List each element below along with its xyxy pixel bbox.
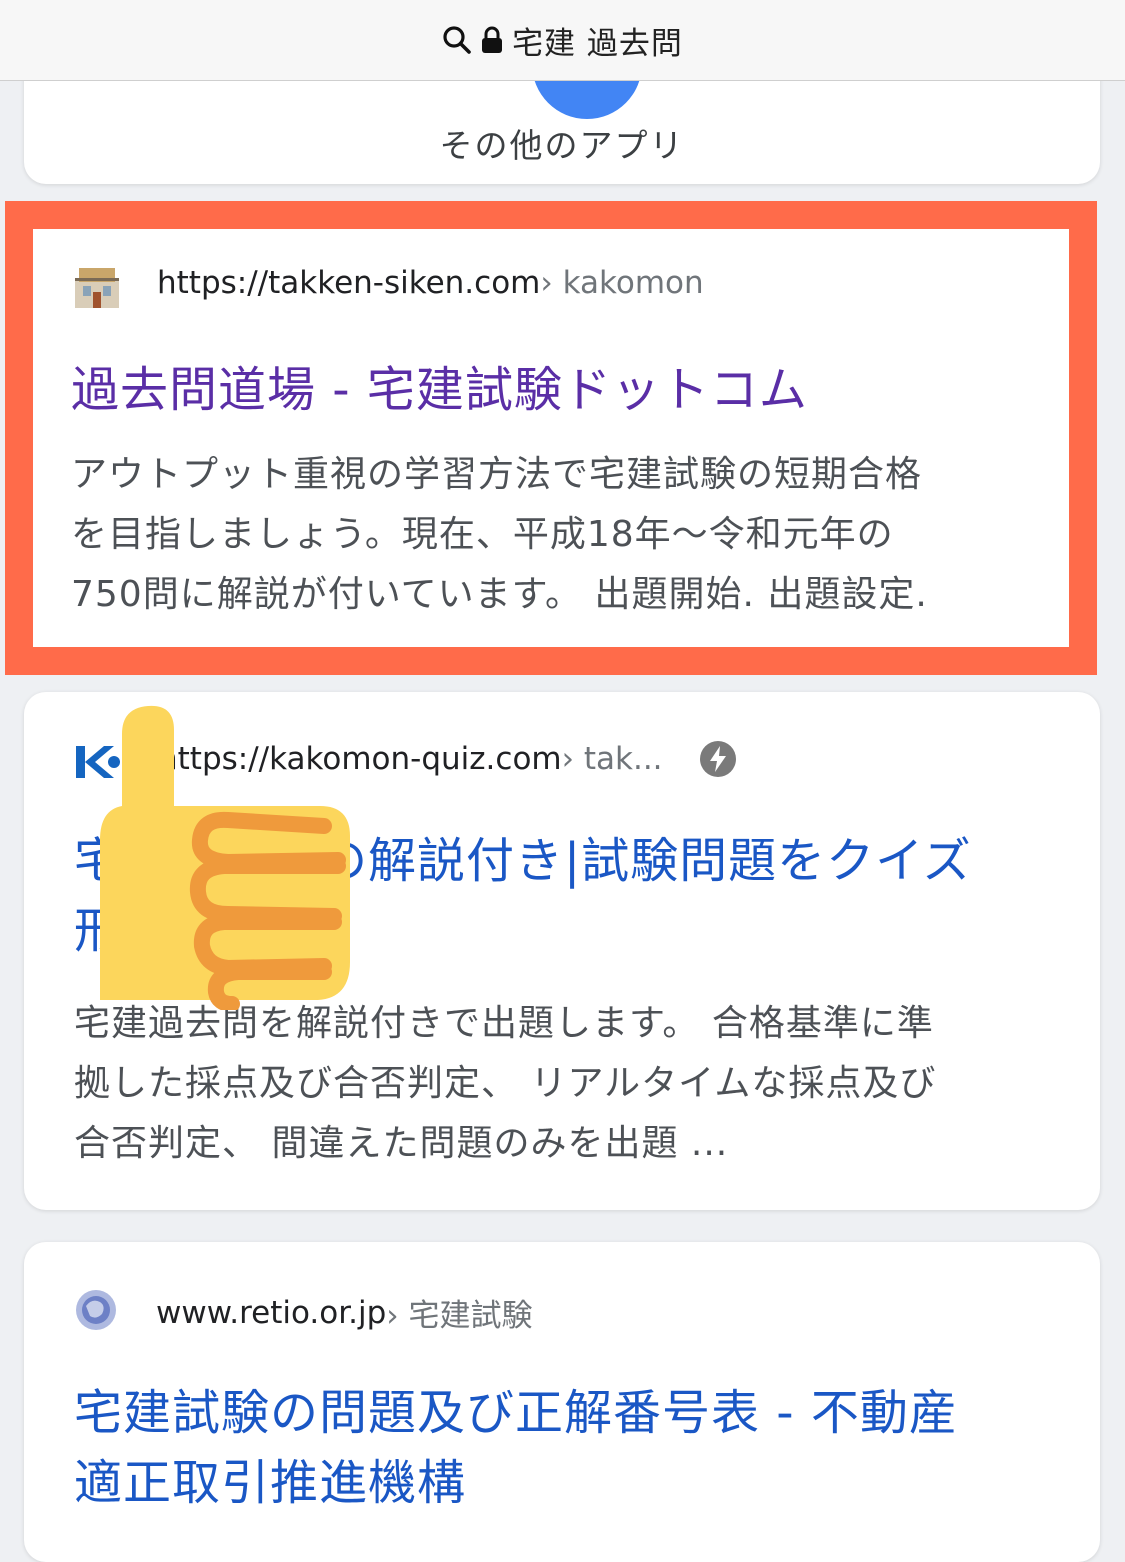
snippet-line: を目指しましょう。現在、平成18年〜令和元年の bbox=[71, 514, 894, 555]
result-1-snippet: アウトプット重視の学習方法で宅建試験の短期合格 を目指しましょう。現在、平成18… bbox=[71, 445, 928, 625]
house-favicon-icon bbox=[75, 268, 119, 308]
title-line: 適正取引推進機構 bbox=[74, 1455, 467, 1511]
result-3-path: › 宅建試験 bbox=[386, 1298, 533, 1334]
result-1-site: https://takken-siken.com bbox=[157, 265, 541, 301]
result-3-title-link[interactable]: 宅建試験の問題及び正解番号表 - 不動産 適正取引推進機構 bbox=[74, 1378, 958, 1518]
result-2-path: › tak... bbox=[561, 741, 663, 777]
result-2-snippet: 宅建過去問を解説付きで出題します。 合格基準に準 拠した採点及び合否判定、 リア… bbox=[74, 994, 936, 1174]
result-3-url-row: www.retio.or.jp › 宅建試験 bbox=[156, 1290, 533, 1335]
title-line: 宅建試験の問題及び正解番号表 - 不動産 bbox=[74, 1385, 958, 1441]
snippet-line: 拠した採点及び合否判定、 リアルタイムな採点及び bbox=[74, 1063, 937, 1104]
globe-favicon-icon bbox=[76, 1290, 116, 1330]
search-icon bbox=[442, 25, 472, 55]
lock-icon bbox=[480, 25, 504, 55]
amp-lightning-icon bbox=[699, 740, 737, 778]
search-query-text: 宅建 過去問 bbox=[512, 25, 683, 62]
search-result-1[interactable]: https://takken-siken.com › kakomon 過去問道場… bbox=[33, 229, 1069, 647]
thumbs-up-icon bbox=[100, 705, 350, 1010]
highlight-frame: https://takken-siken.com › kakomon 過去問道場… bbox=[5, 201, 1097, 675]
result-1-path: › kakomon bbox=[540, 265, 704, 301]
snippet-line: 750問に解説が付いています。 出題開始. 出題設定. bbox=[71, 574, 928, 615]
snippet-line: 合否判定、 間違えた問題のみを出題 ... bbox=[74, 1123, 729, 1164]
result-3-site: www.retio.or.jp bbox=[156, 1294, 387, 1331]
snippet-line: アウトプット重視の学習方法で宅建試験の短期合格 bbox=[71, 454, 923, 495]
address-bar[interactable]: 宅建 過去問 bbox=[0, 0, 1125, 81]
more-apps-label: その他のアプリ bbox=[439, 126, 685, 165]
result-1-title-link[interactable]: 過去問道場 - 宅建試験ドットコム bbox=[71, 355, 808, 425]
search-result-3[interactable]: www.retio.or.jp › 宅建試験 宅建試験の問題及び正解番号表 - … bbox=[24, 1242, 1100, 1562]
result-1-url-row: https://takken-siken.com › kakomon bbox=[157, 265, 704, 301]
